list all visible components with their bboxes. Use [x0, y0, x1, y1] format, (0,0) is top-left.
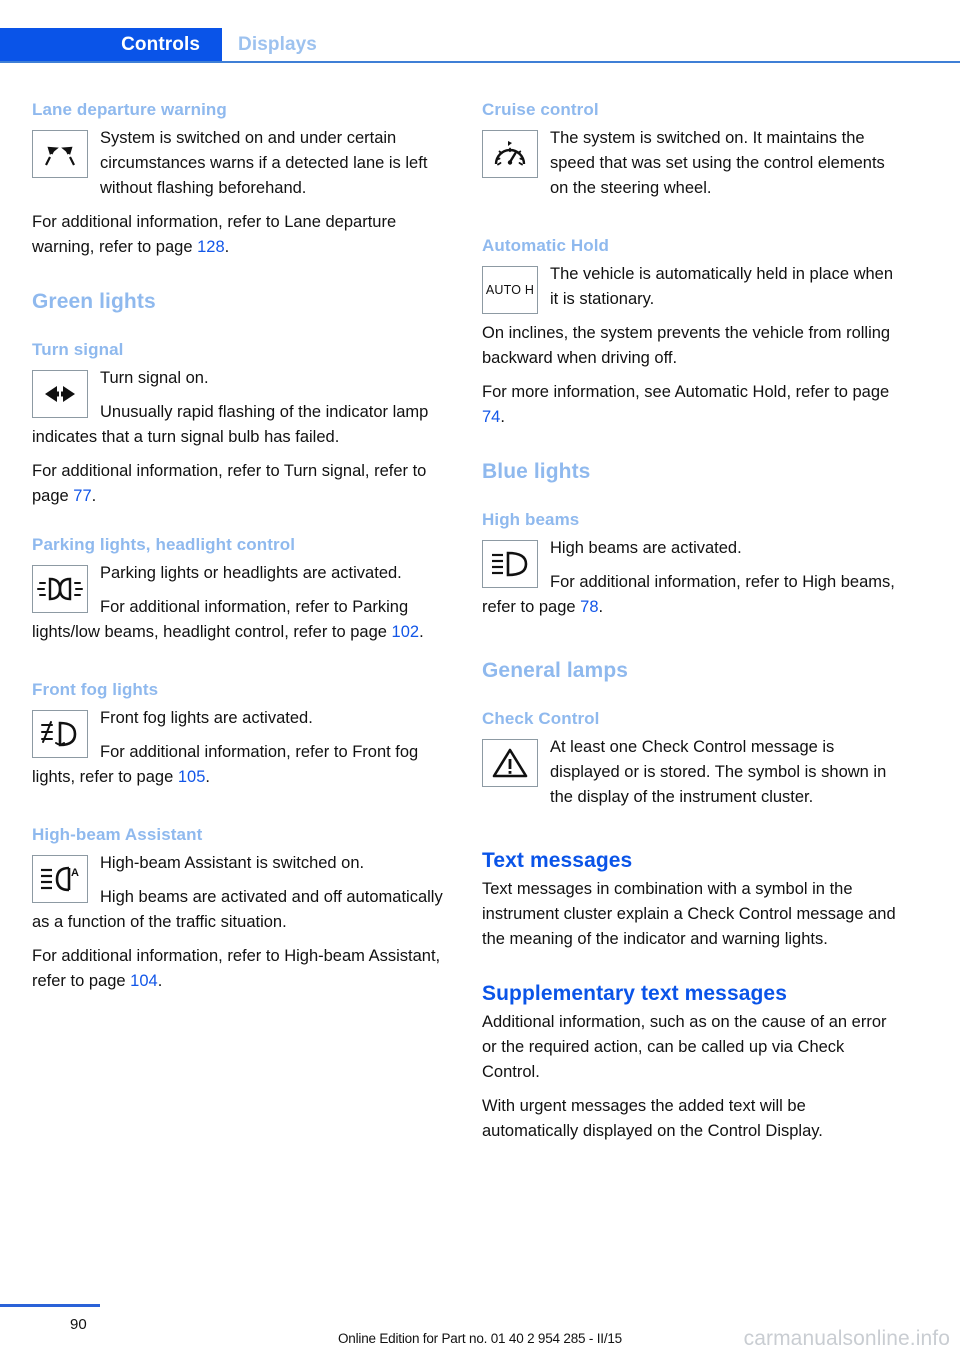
high-beams-icon — [482, 540, 538, 588]
page-ref-78[interactable]: 78 — [580, 598, 598, 616]
heading-check-control: Check Control — [482, 709, 600, 728]
ref-pre: For additional information, refer to Fro… — [32, 743, 419, 786]
automatic-hold-icon-label: AUTO H — [485, 283, 535, 297]
high-beam-assistant-icon: A — [32, 855, 88, 903]
lane-departure-warning-icon — [32, 130, 88, 178]
text-automatic-hold-inclines: On inclines, the system prevents the veh… — [482, 324, 891, 367]
text-high-beams-ref: For additional information, refer to Hig… — [482, 570, 897, 620]
text-supplementary-desc-2: With urgent messages the added text will… — [482, 1097, 823, 1140]
ref-pre: For additional information, refer to Hig… — [32, 947, 441, 990]
automatic-hold-icon: AUTO H — [482, 266, 538, 314]
ref-post: . — [91, 487, 97, 505]
heading-blue-lights: Blue lights — [482, 460, 591, 483]
block-lane-departure: System is switched on and under certain … — [32, 126, 447, 210]
text-lane-departure-desc: System is switched on and under certain … — [100, 129, 428, 197]
block-front-fog-lights: Front fog lights are activated. For addi… — [32, 706, 447, 799]
ref-post: . — [419, 623, 424, 641]
text-check-control-desc: At least one Check Control message is di… — [550, 738, 887, 806]
text-parking-lights-ref: For additional information, refer to Par… — [32, 595, 447, 645]
text-turn-signal-on: Turn signal on. — [100, 369, 209, 387]
ref-post: . — [500, 408, 505, 426]
heading-high-beams: High beams — [482, 510, 580, 529]
page-ref-74[interactable]: 74 — [482, 408, 500, 426]
ref-pre: For additional information, refer to Par… — [32, 598, 409, 641]
heading-turn-signal: Turn signal — [32, 340, 124, 359]
text-automatic-hold-ref: For more information, see Automatic Hold… — [482, 380, 897, 430]
ref-post: . — [157, 972, 163, 990]
text-hba-switched-on: High-beam Assistant is switched on. — [100, 854, 365, 872]
heading-lane-departure-warning: Lane departure warning — [32, 100, 227, 119]
block-automatic-hold: AUTO H The vehicle is automatically held… — [482, 262, 897, 380]
page-ref-104[interactable]: 104 — [130, 972, 158, 990]
cruise-control-icon — [482, 130, 538, 178]
right-column: Cruise control The system is switched on… — [482, 100, 897, 1153]
svg-text:A: A — [71, 867, 79, 879]
left-column: Lane departure warning System is switche… — [32, 100, 447, 1003]
page-ref-128[interactable]: 128 — [197, 238, 225, 256]
block-turn-signal: Turn signal on. Unusually rapid flashing… — [32, 366, 447, 459]
text-supplementary-desc-1: Additional information, such as on the c… — [482, 1013, 887, 1081]
page-header: Controls Displays — [0, 28, 960, 63]
heading-general-lamps: General lamps — [482, 659, 629, 682]
text-hba-ref: For additional information, refer to Hig… — [32, 944, 447, 994]
heading-high-beam-assistant: High-beam Assistant — [32, 825, 203, 844]
ref-pre: For additional information, refer to Hig… — [482, 573, 895, 616]
heading-automatic-hold: Automatic Hold — [482, 236, 610, 255]
block-parking-lights: Parking lights or headlights are activat… — [32, 561, 447, 654]
ref-post: . — [224, 238, 230, 256]
page-ref-102[interactable]: 102 — [392, 623, 420, 641]
heading-supplementary-text-messages: Supplementary text messages — [482, 982, 787, 1005]
watermark-text: carmanualsonline.info — [743, 1327, 950, 1350]
front-fog-lights-icon — [32, 710, 88, 758]
ref-pre: For more information, see Automatic Hold… — [482, 383, 890, 401]
block-high-beam-assistant: A High-beam Assistant is switched on. Hi… — [32, 851, 447, 944]
turn-signal-icon — [32, 370, 88, 418]
tab-controls[interactable]: Controls — [0, 28, 222, 62]
heading-text-messages: Text messages — [482, 849, 633, 872]
page-ref-105[interactable]: 105 — [178, 768, 206, 786]
ref-post: . — [205, 768, 210, 786]
text-turn-signal-desc: Unusually rapid flashing of the indicato… — [32, 403, 429, 446]
text-lane-departure-ref: For additional information, refer to Lan… — [32, 210, 447, 260]
warning-triangle-icon — [482, 739, 538, 787]
page-ref-77[interactable]: 77 — [73, 487, 91, 505]
block-check-control: At least one Check Control message is di… — [482, 735, 897, 819]
text-front-fog-desc: Front fog lights are activated. — [100, 709, 313, 727]
text-hba-desc: High beams are activated and off automat… — [32, 888, 443, 931]
heading-green-lights: Green lights — [32, 290, 156, 313]
text-automatic-hold-desc: The vehicle is automatically held in pla… — [550, 265, 894, 308]
heading-front-fog-lights: Front fog lights — [32, 680, 159, 699]
block-cruise-control: The system is switched on. It maintains … — [482, 126, 897, 210]
text-cruise-control-desc: The system is switched on. It maintains … — [550, 129, 885, 197]
block-high-beams: High beams are activated. For additional… — [482, 536, 897, 629]
text-messages-desc: Text messages in combination with a symb… — [482, 880, 896, 948]
header-divider — [0, 61, 960, 63]
text-turn-signal-ref: For additional information, refer to Tur… — [32, 459, 447, 509]
text-front-fog-ref: For additional information, refer to Fro… — [32, 740, 447, 790]
footer-divider — [0, 1304, 100, 1307]
tab-displays[interactable]: Displays — [238, 28, 317, 62]
text-high-beams-desc: High beams are activated. — [550, 539, 742, 557]
ref-post: . — [598, 598, 604, 616]
heading-cruise-control: Cruise control — [482, 100, 599, 119]
heading-parking-lights: Parking lights, headlight control — [32, 535, 296, 554]
parking-lights-icon — [32, 565, 88, 613]
text-parking-lights-desc: Parking lights or headlights are activat… — [100, 564, 402, 582]
